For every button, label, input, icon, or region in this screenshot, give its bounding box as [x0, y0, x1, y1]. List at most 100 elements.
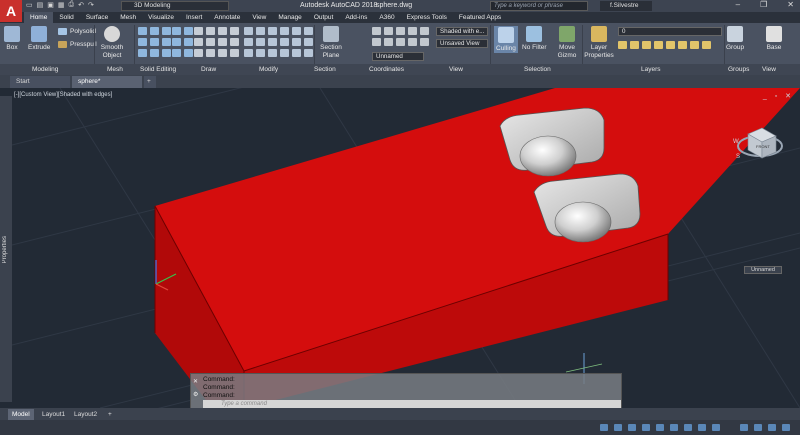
status-toggle-icon[interactable] — [768, 424, 776, 431]
polysolid-button[interactable]: Polysolid — [58, 28, 96, 35]
status-toggle-icon[interactable] — [684, 424, 692, 431]
viewport-label[interactable]: [-][Custom View][Shaded with edges] — [14, 92, 112, 98]
tab-insert[interactable]: Insert — [180, 12, 208, 23]
layer-select[interactable]: 0 — [618, 27, 722, 36]
properties-palette[interactable]: Properties — [0, 96, 12, 402]
status-toggle-icon[interactable] — [614, 424, 622, 431]
app-menu-button[interactable]: A — [0, 0, 22, 22]
panel-title-groups[interactable]: Groups — [728, 66, 749, 73]
status-toggle-icon[interactable] — [698, 424, 706, 431]
viewcube-face-label: FRONT — [756, 144, 770, 149]
tab-express-tools[interactable]: Express Tools — [401, 12, 453, 23]
new-tab-button[interactable]: + — [144, 76, 156, 88]
tab-solid[interactable]: Solid — [53, 12, 79, 23]
tab-featured-apps[interactable]: Featured Apps — [453, 12, 507, 23]
section-plane-button[interactable]: Section Plane — [318, 26, 344, 60]
tab-a360[interactable]: A360 — [373, 12, 400, 23]
status-toggle-icon[interactable] — [642, 424, 650, 431]
visual-style-select[interactable]: Shaded with e... — [436, 27, 488, 36]
status-toggle-icon[interactable] — [670, 424, 678, 431]
status-toggle-icon[interactable] — [600, 424, 608, 431]
extrude-button[interactable]: Extrude — [28, 26, 50, 51]
window-controls: – ❐ ✕ — [736, 0, 794, 9]
group-button[interactable]: Group — [726, 26, 744, 51]
panel-title-view[interactable]: View — [449, 66, 463, 73]
mesh-tools[interactable] — [138, 27, 171, 57]
viewcube-ucs-menu[interactable]: Unnamed — [744, 266, 782, 274]
properties-label: Properties — [2, 236, 8, 264]
coordinates-tools[interactable] — [372, 27, 429, 46]
user-account-button[interactable]: f.Silvestre — [600, 1, 652, 11]
layer-tools[interactable] — [618, 41, 711, 49]
saveas-icon[interactable]: ▦ — [58, 1, 65, 9]
customization-icon[interactable] — [782, 424, 790, 431]
status-toggle-icon[interactable] — [754, 424, 762, 431]
panel-title-layers[interactable]: Layers — [641, 66, 661, 73]
tab-view[interactable]: View — [246, 12, 272, 23]
named-view-select[interactable]: Unsaved View — [436, 39, 488, 48]
undo-icon[interactable]: ↶ — [78, 1, 84, 9]
redo-icon[interactable]: ↷ — [88, 1, 94, 9]
file-tab-sphere[interactable]: sphere* — [72, 76, 142, 88]
new-icon[interactable]: ▭ — [26, 1, 33, 9]
panel-title-mesh[interactable]: Mesh — [107, 66, 123, 73]
status-toggle-icon[interactable] — [712, 424, 720, 431]
new-layout-button[interactable]: + — [104, 409, 116, 420]
workspace-select[interactable]: 3D Modeling — [121, 1, 229, 11]
tab-manage[interactable]: Manage — [272, 12, 308, 23]
wrench-icon[interactable]: ⚙ — [193, 391, 198, 398]
search-input[interactable]: Type a keyword or phrase — [490, 1, 588, 11]
print-icon[interactable]: ⎙ — [69, 1, 75, 9]
title-bar: A ▭ ▤ ▣ ▦ ⎙ ↶ ↷ 3D Modeling Autodesk Aut… — [0, 0, 800, 22]
culling-button[interactable]: Culling — [494, 26, 518, 53]
tab-visualize[interactable]: Visualize — [142, 12, 180, 23]
base-button[interactable]: Base — [766, 26, 782, 51]
open-icon[interactable]: ▤ — [37, 1, 44, 9]
panel-title-draw[interactable]: Draw — [201, 66, 216, 73]
tab-annotate[interactable]: Annotate — [208, 12, 246, 23]
panel-title-coordinates[interactable]: Coordinates — [369, 66, 404, 73]
panel-title-view-2[interactable]: View — [762, 66, 776, 73]
status-toggle-icon[interactable] — [656, 424, 664, 431]
save-icon[interactable]: ▣ — [47, 1, 54, 9]
panel-title-solid-editing[interactable]: Solid Editing — [140, 66, 176, 73]
move-gizmo-button[interactable]: Move Gizmo — [556, 26, 578, 60]
layout-tab-layout1[interactable]: Layout1 — [38, 409, 69, 420]
solid-editing-tools[interactable] — [172, 27, 193, 57]
smooth-object-button[interactable]: Smooth Object — [98, 26, 126, 60]
ucs-select[interactable]: Unnamed — [372, 52, 424, 61]
base-view-icon — [766, 26, 782, 42]
red-solid-box[interactable] — [154, 88, 800, 408]
close-icon[interactable]: ✕ — [193, 378, 198, 385]
status-toggle-icon[interactable] — [740, 424, 748, 431]
box-button[interactable]: Box — [4, 26, 20, 51]
tab-addins[interactable]: Add-ins — [339, 12, 373, 23]
drawing-viewport[interactable]: FRONT S W [-][Custom View][Shaded with e… — [0, 88, 800, 408]
tab-home[interactable]: Home — [24, 12, 54, 23]
minimize-icon[interactable]: – — [736, 0, 740, 9]
status-toggle-icon[interactable] — [628, 424, 636, 431]
tab-output[interactable]: Output — [308, 12, 340, 23]
file-tab-start[interactable]: Start — [10, 76, 70, 88]
tab-surface[interactable]: Surface — [80, 12, 114, 23]
polysolid-icon — [58, 28, 67, 35]
restore-icon[interactable]: ❐ — [760, 0, 767, 9]
layer-properties-button[interactable]: Layer Properties — [584, 26, 614, 60]
presspull-button[interactable]: Presspull — [58, 41, 97, 48]
viewport-canvas[interactable]: FRONT S W — [0, 88, 800, 408]
quick-access-toolbar: ▭ ▤ ▣ ▦ ⎙ ↶ ↷ — [26, 1, 94, 9]
viewport-controls[interactable]: _ ▫ ✕ — [763, 92, 794, 100]
panel-title-selection[interactable]: Selection — [524, 66, 551, 73]
panel-title-modeling[interactable]: Modeling — [32, 66, 58, 73]
culling-icon — [497, 27, 514, 43]
panel-title-section[interactable]: Section — [314, 66, 336, 73]
tab-mesh[interactable]: Mesh — [114, 12, 142, 23]
no-filter-button[interactable]: No Filter — [522, 26, 547, 51]
layout-tab-model[interactable]: Model — [8, 409, 34, 420]
panel-title-modify[interactable]: Modify — [259, 66, 278, 73]
modify-tools[interactable] — [244, 27, 313, 57]
command-window[interactable]: ✕ ⚙ Command: Command: Command: Type a co… — [190, 373, 622, 409]
close-icon[interactable]: ✕ — [787, 0, 794, 9]
draw-tools[interactable] — [194, 27, 239, 57]
layout-tab-layout2[interactable]: Layout2 — [70, 409, 101, 420]
